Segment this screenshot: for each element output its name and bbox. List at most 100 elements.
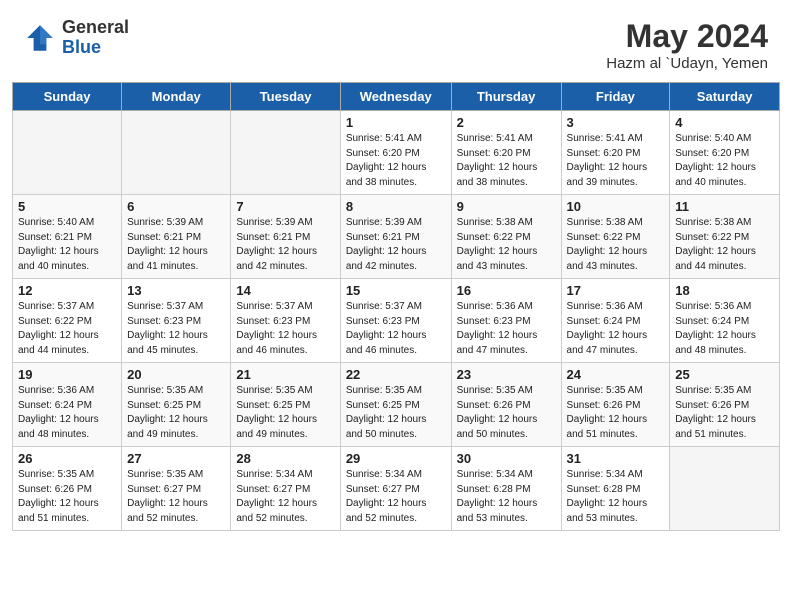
day-info: Sunrise: 5:41 AM Sunset: 6:20 PM Dayligh…	[567, 132, 665, 190]
day-number: 25	[675, 367, 774, 382]
day-of-week-header: Sunday	[13, 83, 122, 111]
calendar-cell: 28Sunrise: 5:34 AM Sunset: 6:27 PM Dayli…	[231, 447, 340, 531]
day-number: 12	[18, 283, 116, 298]
calendar-cell: 5 Sunrise: 5:40 AM Sunset: 6:21 PM Daylig…	[13, 195, 122, 279]
logo-text: General Blue	[62, 18, 129, 58]
day-info: Sunrise: 5:37 AM Sunset: 6:22 PM Dayligh…	[18, 300, 116, 358]
day-info: Sunrise: 5:34 AM Sunset: 6:28 PM Dayligh…	[457, 468, 556, 526]
day-info: Sunrise: 5:34 AM Sunset: 6:27 PM Dayligh…	[236, 468, 334, 526]
calendar-cell: 13Sunrise: 5:37 AM Sunset: 6:23 PM Dayli…	[122, 279, 231, 363]
calendar-cell: 3Sunrise: 5:41 AM Sunset: 6:20 PM Daylig…	[561, 111, 670, 195]
day-info: Sunrise: 5:41 AM Sunset: 6:20 PM Dayligh…	[457, 132, 556, 190]
calendar-cell: 15 Sunrise: 5:37 AM Sunset: 6:23 PM Dayli…	[340, 279, 451, 363]
day-number: 13	[127, 283, 225, 298]
day-number: 19	[18, 367, 116, 382]
day-info: Sunrise: 5:39 AM Sunset: 6:21 PM Dayligh…	[127, 216, 225, 274]
day-info: Sunrise: 5:39 AM Sunset: 6:21 PM Dayligh…	[236, 216, 334, 274]
day-info: Sunrise: 5:36 AM Sunset: 6:23 PM Dayligh…	[457, 300, 556, 358]
logo: General Blue	[24, 18, 129, 58]
month-year-title: May 2024	[606, 18, 768, 55]
day-number: 30	[457, 451, 556, 466]
page-header: General Blue May 2024 Hazm al `Udayn, Ye…	[0, 0, 792, 82]
calendar-cell: 14 Sunrise: 5:37 AM Sunset: 6:23 PM Dayli…	[231, 279, 340, 363]
day-of-week-header: Thursday	[451, 83, 561, 111]
calendar-cell	[122, 111, 231, 195]
calendar-week-row: 19 Sunrise: 5:36 AM Sunset: 6:24 PM Dayli…	[13, 363, 780, 447]
day-info: Sunrise: 5:35 AM Sunset: 6:27 PM Dayligh…	[127, 468, 225, 526]
day-info: Sunrise: 5:36 AM Sunset: 6:24 PM Dayligh…	[18, 384, 116, 442]
calendar-week-row: 5 Sunrise: 5:40 AM Sunset: 6:21 PM Daylig…	[13, 195, 780, 279]
day-info: Sunrise: 5:35 AM Sunset: 6:26 PM Dayligh…	[457, 384, 556, 442]
day-number: 8	[346, 199, 446, 214]
day-number: 24	[567, 367, 665, 382]
day-of-week-header: Tuesday	[231, 83, 340, 111]
calendar-cell: 4Sunrise: 5:40 AM Sunset: 6:20 PM Daylig…	[670, 111, 780, 195]
day-number: 7	[236, 199, 334, 214]
day-number: 31	[567, 451, 665, 466]
day-number: 1	[346, 115, 446, 130]
day-info: Sunrise: 5:38 AM Sunset: 6:22 PM Dayligh…	[567, 216, 665, 274]
day-of-week-header: Saturday	[670, 83, 780, 111]
calendar-body: 1 Sunrise: 5:41 AM Sunset: 6:20 PM Daylig…	[13, 111, 780, 531]
day-number: 15	[346, 283, 446, 298]
calendar-cell: 31 Sunrise: 5:34 AM Sunset: 6:28 PM Dayli…	[561, 447, 670, 531]
day-info: Sunrise: 5:41 AM Sunset: 6:20 PM Dayligh…	[346, 132, 446, 190]
calendar-cell: 19 Sunrise: 5:36 AM Sunset: 6:24 PM Dayli…	[13, 363, 122, 447]
days-of-week-row: SundayMondayTuesdayWednesdayThursdayFrid…	[13, 83, 780, 111]
day-info: Sunrise: 5:35 AM Sunset: 6:26 PM Dayligh…	[567, 384, 665, 442]
day-number: 14	[236, 283, 334, 298]
calendar-cell: 25 Sunrise: 5:35 AM Sunset: 6:26 PM Dayli…	[670, 363, 780, 447]
day-info: Sunrise: 5:35 AM Sunset: 6:25 PM Dayligh…	[127, 384, 225, 442]
day-info: Sunrise: 5:36 AM Sunset: 6:24 PM Dayligh…	[567, 300, 665, 358]
day-info: Sunrise: 5:35 AM Sunset: 6:26 PM Dayligh…	[675, 384, 774, 442]
calendar-cell: 27 Sunrise: 5:35 AM Sunset: 6:27 PM Dayli…	[122, 447, 231, 531]
day-info: Sunrise: 5:36 AM Sunset: 6:24 PM Dayligh…	[675, 300, 774, 358]
day-info: Sunrise: 5:35 AM Sunset: 6:26 PM Dayligh…	[18, 468, 116, 526]
day-number: 9	[457, 199, 556, 214]
calendar-week-row: 26Sunrise: 5:35 AM Sunset: 6:26 PM Dayli…	[13, 447, 780, 531]
day-number: 22	[346, 367, 446, 382]
calendar-table: SundayMondayTuesdayWednesdayThursdayFrid…	[12, 82, 780, 531]
day-info: Sunrise: 5:39 AM Sunset: 6:21 PM Dayligh…	[346, 216, 446, 274]
day-number: 21	[236, 367, 334, 382]
calendar-cell: 10 Sunrise: 5:38 AM Sunset: 6:22 PM Dayli…	[561, 195, 670, 279]
day-info: Sunrise: 5:40 AM Sunset: 6:20 PM Dayligh…	[675, 132, 774, 190]
calendar-cell	[13, 111, 122, 195]
calendar-cell: 24 Sunrise: 5:35 AM Sunset: 6:26 PM Dayli…	[561, 363, 670, 447]
calendar-cell: 20Sunrise: 5:35 AM Sunset: 6:25 PM Dayli…	[122, 363, 231, 447]
day-info: Sunrise: 5:37 AM Sunset: 6:23 PM Dayligh…	[236, 300, 334, 358]
calendar-week-row: 1 Sunrise: 5:41 AM Sunset: 6:20 PM Daylig…	[13, 111, 780, 195]
day-info: Sunrise: 5:37 AM Sunset: 6:23 PM Dayligh…	[346, 300, 446, 358]
calendar-cell: 18Sunrise: 5:36 AM Sunset: 6:24 PM Dayli…	[670, 279, 780, 363]
logo-blue-text: Blue	[62, 38, 129, 58]
day-number: 27	[127, 451, 225, 466]
calendar-cell: 22 Sunrise: 5:35 AM Sunset: 6:25 PM Dayli…	[340, 363, 451, 447]
calendar-cell: 12 Sunrise: 5:37 AM Sunset: 6:22 PM Dayli…	[13, 279, 122, 363]
title-block: May 2024 Hazm al `Udayn, Yemen	[606, 18, 768, 72]
calendar-cell	[231, 111, 340, 195]
day-number: 11	[675, 199, 774, 214]
day-info: Sunrise: 5:40 AM Sunset: 6:21 PM Dayligh…	[18, 216, 116, 274]
day-number: 5	[18, 199, 116, 214]
calendar-cell: 7 Sunrise: 5:39 AM Sunset: 6:21 PM Daylig…	[231, 195, 340, 279]
day-of-week-header: Friday	[561, 83, 670, 111]
day-number: 23	[457, 367, 556, 382]
day-number: 10	[567, 199, 665, 214]
day-info: Sunrise: 5:35 AM Sunset: 6:25 PM Dayligh…	[346, 384, 446, 442]
day-number: 6	[127, 199, 225, 214]
calendar-cell: 1 Sunrise: 5:41 AM Sunset: 6:20 PM Daylig…	[340, 111, 451, 195]
calendar-cell: 9Sunrise: 5:38 AM Sunset: 6:22 PM Daylig…	[451, 195, 561, 279]
day-info: Sunrise: 5:34 AM Sunset: 6:27 PM Dayligh…	[346, 468, 446, 526]
day-of-week-header: Wednesday	[340, 83, 451, 111]
calendar-cell: 11Sunrise: 5:38 AM Sunset: 6:22 PM Dayli…	[670, 195, 780, 279]
day-number: 17	[567, 283, 665, 298]
location-text: Hazm al `Udayn, Yemen	[606, 55, 768, 72]
day-number: 2	[457, 115, 556, 130]
calendar-cell: 30 Sunrise: 5:34 AM Sunset: 6:28 PM Dayli…	[451, 447, 561, 531]
calendar-cell: 17 Sunrise: 5:36 AM Sunset: 6:24 PM Dayli…	[561, 279, 670, 363]
day-number: 16	[457, 283, 556, 298]
calendar-wrapper: SundayMondayTuesdayWednesdayThursdayFrid…	[0, 82, 792, 543]
calendar-cell	[670, 447, 780, 531]
calendar-cell: 21Sunrise: 5:35 AM Sunset: 6:25 PM Dayli…	[231, 363, 340, 447]
day-info: Sunrise: 5:34 AM Sunset: 6:28 PM Dayligh…	[567, 468, 665, 526]
